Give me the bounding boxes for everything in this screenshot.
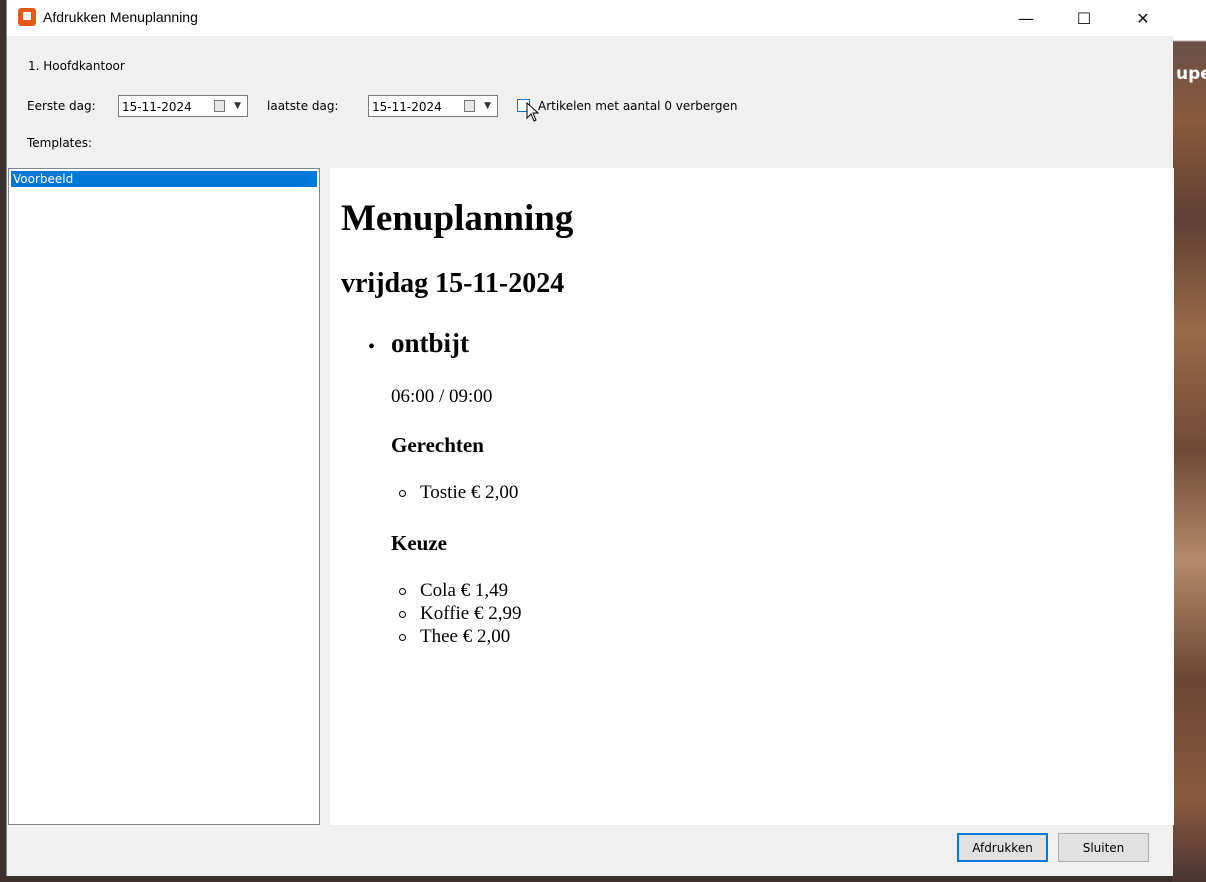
maximize-button[interactable]: ☐ <box>1055 0 1113 36</box>
background-text: upe <box>1176 64 1206 84</box>
window-title: Afdrukken Menuplanning <box>43 9 198 25</box>
list-item: Koffie € 2,99 <box>399 603 522 624</box>
last-day-label: laatste dag: <box>267 99 339 113</box>
bullet-icon: • <box>368 336 376 358</box>
template-item-voorbeeld[interactable]: Voorbeeld <box>11 171 317 187</box>
hide-zero-label[interactable]: Artikelen met aantal 0 verbergen <box>538 99 738 113</box>
list-item: Thee € 2,00 <box>398 626 511 647</box>
calendar-icon[interactable] <box>464 100 475 112</box>
templates-label: Templates: <box>27 136 93 150</box>
minimize-button[interactable]: — <box>997 0 1055 36</box>
print-dialog: Afdrukken Menuplanning — ☐ ✕ 1. Hoofdkan… <box>6 0 1174 876</box>
title-bar[interactable]: Afdrukken Menuplanning — ☐ ✕ <box>7 0 1173 36</box>
section-title-gerechten: Gerechten <box>391 433 484 457</box>
meal-name: ontbijt <box>391 328 470 358</box>
preview-date-heading: vrijdag 15-11-2024 <box>341 268 565 299</box>
templates-list[interactable]: Voorbeeld <box>8 168 320 825</box>
app-icon <box>18 8 36 26</box>
close-button[interactable]: ✕ <box>1114 0 1172 36</box>
print-preview: Menuplanning vrijdag 15-11-2024 • ontbij… <box>330 168 1174 825</box>
list-item: Cola € 1,49 <box>398 580 509 601</box>
close-dialog-button[interactable]: Sluiten <box>1058 833 1149 862</box>
dropdown-arrow-icon[interactable]: ▼ <box>484 101 491 111</box>
first-day-value: 15-11-2024 <box>122 100 192 114</box>
mouse-cursor-icon <box>526 102 540 122</box>
last-day-picker[interactable]: 15-11-2024 ▼ <box>368 95 498 117</box>
calendar-icon[interactable] <box>214 100 225 112</box>
list-item: Tostie € 2,00 <box>398 482 519 503</box>
print-button[interactable]: Afdrukken <box>957 833 1048 862</box>
last-day-value: 15-11-2024 <box>372 100 442 114</box>
preview-title: Menuplanning <box>341 198 574 239</box>
first-day-picker[interactable]: 15-11-2024 ▼ <box>118 95 248 117</box>
section-title-keuze: Keuze <box>391 531 447 555</box>
meal-time: 06:00 / 09:00 <box>391 386 493 407</box>
first-day-label: Eerste dag: <box>27 99 96 113</box>
dropdown-arrow-icon[interactable]: ▼ <box>234 101 241 111</box>
location-label: 1. Hoofdkantoor <box>28 59 125 73</box>
background-wallpaper <box>1172 0 1206 882</box>
